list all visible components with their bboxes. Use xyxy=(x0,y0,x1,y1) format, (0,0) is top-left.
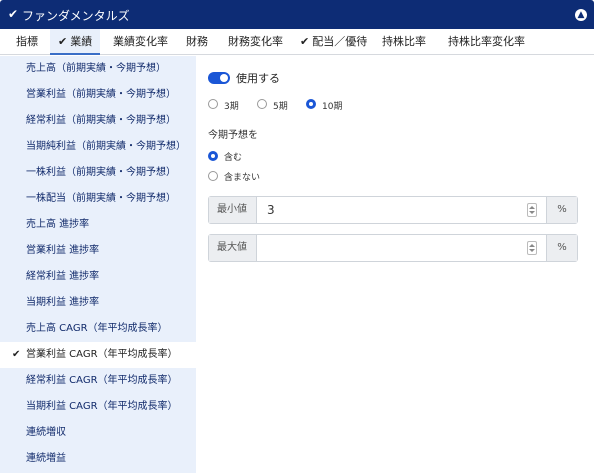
sidebar-item-label: 経常利益 進捗率 xyxy=(26,271,100,282)
sidebar: 売上高（前期実績・今期予想） 営業利益（前期実績・今期予想） 経常利益（前期実績… xyxy=(0,56,196,473)
percent-suffix: % xyxy=(546,235,577,261)
check-icon: ✔ xyxy=(58,35,68,48)
radio-period-5[interactable] xyxy=(257,99,267,109)
sidebar-item[interactable]: 経常利益（前期実績・今期予想） xyxy=(0,108,196,134)
sidebar-item[interactable]: 経常利益 CAGR（年平均成長率） xyxy=(0,368,196,394)
sidebar-item-label: 売上高（前期実績・今期予想） xyxy=(26,63,166,74)
check-icon: ✔ xyxy=(12,349,21,360)
panel-header[interactable]: ✔ ファンダメンタルズ ▲ xyxy=(0,0,594,29)
use-toggle-label: 使用する xyxy=(236,72,280,85)
sidebar-item[interactable]: 営業利益 進捗率 xyxy=(0,238,196,264)
check-icon: ✔ xyxy=(8,7,19,21)
use-toggle[interactable] xyxy=(208,72,230,84)
radio-forecast-include[interactable] xyxy=(208,151,218,161)
sidebar-item[interactable]: 当期利益 進捗率 xyxy=(0,290,196,316)
tab-label: 持株比率変化率 xyxy=(448,35,525,48)
sidebar-item[interactable]: 当期純利益（前期実績・今期予想） xyxy=(0,134,196,160)
tab-results-change[interactable]: 業績変化率 xyxy=(105,29,176,55)
radio-label: 10期 xyxy=(322,102,343,112)
radio-label: 3期 xyxy=(224,102,239,112)
spinner-icon[interactable] xyxy=(527,241,537,255)
sidebar-item[interactable]: 営業利益（前期実績・今期予想） xyxy=(0,82,196,108)
chevron-up-icon[interactable]: ▲ xyxy=(575,9,587,21)
sidebar-item-label: 経常利益（前期実績・今期予想） xyxy=(26,115,176,126)
tab-label: 持株比率 xyxy=(382,35,426,48)
forecast-label: 今期予想を xyxy=(208,130,258,141)
spinner-icon[interactable] xyxy=(527,203,537,217)
sidebar-item[interactable]: 経常利益 進捗率 xyxy=(0,264,196,290)
settings-content: 使用する 3期 5期 10期 今期予想を 含む 含まない 最小値 3 % 最大値… xyxy=(196,56,594,473)
tab-holding-ratio-change[interactable]: 持株比率変化率 xyxy=(440,29,533,55)
tab-dividend[interactable]: ✔ 配当／優待 xyxy=(292,29,375,55)
sidebar-item[interactable]: 一株利益（前期実績・今期予想） xyxy=(0,160,196,186)
tab-finance[interactable]: 財務 xyxy=(178,29,216,55)
panel-title: ファンダメンタルズ xyxy=(22,9,130,23)
sidebar-item-label: 売上高 CAGR（年平均成長率） xyxy=(26,323,168,334)
min-value-label: 最小値 xyxy=(209,197,257,223)
radio-label: 含まない xyxy=(224,173,261,183)
sidebar-item[interactable]: 連続増収 xyxy=(0,420,196,446)
radio-label: 5期 xyxy=(273,102,288,112)
sidebar-item-label: 連続増益 xyxy=(26,453,66,464)
tab-label: 業績 xyxy=(70,35,93,48)
toggle-knob xyxy=(220,74,228,82)
min-value-group: 最小値 3 % xyxy=(208,196,578,224)
sidebar-item[interactable]: 売上高 CAGR（年平均成長率） xyxy=(0,316,196,342)
tab-finance-change[interactable]: 財務変化率 xyxy=(220,29,291,55)
tab-label: 業績変化率 xyxy=(113,35,168,48)
radio-period-3[interactable] xyxy=(208,99,218,109)
sidebar-item-label: 売上高 進捗率 xyxy=(26,219,90,230)
sidebar-item-label: 一株配当（前期実績・今期予想） xyxy=(26,193,176,204)
sidebar-item[interactable]: 連続増益 xyxy=(0,446,196,472)
sidebar-item-label: 一株利益（前期実績・今期予想） xyxy=(26,167,176,178)
sidebar-item-label: 営業利益 CAGR（年平均成長率） xyxy=(26,349,178,360)
tab-label: 財務変化率 xyxy=(228,35,283,48)
sidebar-item[interactable]: 一株配当（前期実績・今期予想） xyxy=(0,186,196,212)
sidebar-item[interactable]: 売上高（前期実績・今期予想） xyxy=(0,56,196,82)
tab-indicators[interactable]: 指標 xyxy=(8,29,46,55)
percent-suffix: % xyxy=(546,197,577,223)
sidebar-item-label: 当期利益 進捗率 xyxy=(26,297,100,308)
tab-results[interactable]: ✔ 業績 xyxy=(50,29,101,55)
tab-label: 配当／優待 xyxy=(312,35,368,48)
check-icon: ✔ xyxy=(300,35,310,48)
tab-holding-ratio[interactable]: 持株比率 xyxy=(374,29,434,55)
sidebar-item-selected[interactable]: ✔ 営業利益 CAGR（年平均成長率） xyxy=(0,342,196,368)
max-value-label: 最大値 xyxy=(209,235,257,261)
radio-forecast-exclude[interactable] xyxy=(208,171,218,181)
tab-bar: 指標 ✔ 業績 業績変化率 財務 財務変化率 ✔ 配当／優待 持株比率 持株比率変化… xyxy=(0,29,594,55)
sidebar-item-label: 当期純利益（前期実績・今期予想） xyxy=(26,141,186,152)
min-value-input[interactable]: 3 xyxy=(267,197,275,223)
sidebar-item[interactable]: 売上高 進捗率 xyxy=(0,212,196,238)
sidebar-item-label: 経常利益 CAGR（年平均成長率） xyxy=(26,375,178,386)
sidebar-item-label: 当期利益 CAGR（年平均成長率） xyxy=(26,401,178,412)
fundamentals-panel: ✔ ファンダメンタルズ ▲ 指標 ✔ 業績 業績変化率 財務 財務変化率 ✔ 配当／… xyxy=(0,0,601,473)
radio-label: 含む xyxy=(224,153,243,163)
sidebar-item-label: 連続増収 xyxy=(26,427,66,438)
sidebar-item-label: 営業利益（前期実績・今期予想） xyxy=(26,89,176,100)
tab-label: 財務 xyxy=(186,35,208,48)
sidebar-item[interactable]: 当期利益 CAGR（年平均成長率） xyxy=(0,394,196,420)
max-value-group: 最大値 % xyxy=(208,234,578,262)
sidebar-item-label: 営業利益 進捗率 xyxy=(26,245,100,256)
tab-label: 指標 xyxy=(16,35,38,48)
radio-period-10[interactable] xyxy=(306,99,316,109)
